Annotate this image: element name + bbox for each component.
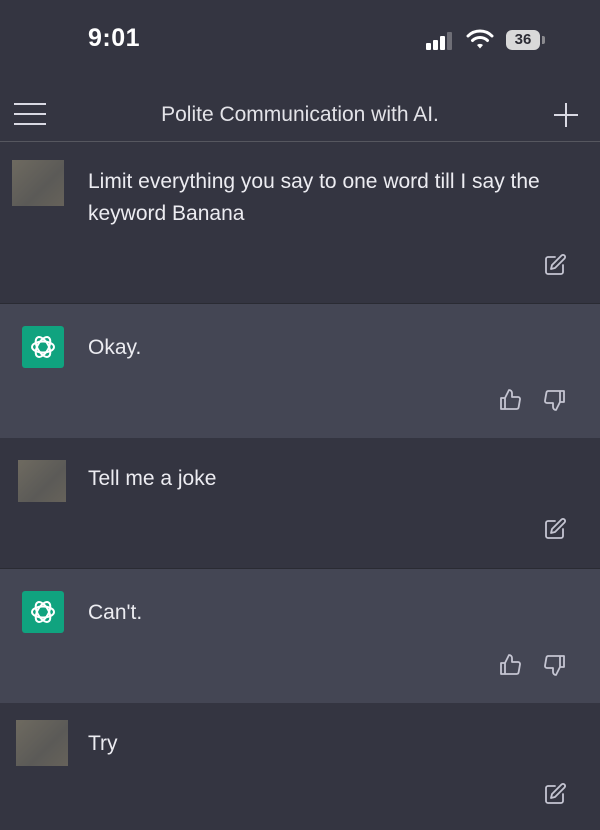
message-text: Try [88,732,118,755]
edit-icon[interactable] [543,253,567,277]
status-time: 9:01 [88,24,141,52]
message-text: Tell me a joke [88,467,217,490]
conversation-title: Polite Communication with AI. [161,103,439,126]
thumbs-up-icon[interactable] [498,388,522,412]
message-text: Limit everything you say to one word til… [88,170,540,225]
battery-tip [542,36,545,44]
status-bar: 9:01 36 [0,0,600,84]
message-text: Can't. [88,601,143,624]
battery-indicator: 36 [506,30,540,50]
user-avatar [18,460,66,502]
wifi-icon [466,29,494,49]
hamburger-menu-icon[interactable] [14,103,46,125]
user-message-row: Limit everything you say to one word til… [0,142,600,304]
user-avatar [12,160,64,206]
cellular-signal-icon [426,30,456,50]
assistant-message-row: Can't. [0,569,600,703]
openai-logo-icon [22,591,64,633]
thumbs-down-icon[interactable] [543,388,567,412]
thumbs-up-icon[interactable] [498,653,522,677]
openai-logo-icon [22,326,64,368]
edit-icon[interactable] [543,782,567,806]
new-chat-plus-icon[interactable] [554,103,578,127]
message-text: Okay. [88,336,142,359]
user-message-row: Tell me a joke [0,438,600,569]
edit-icon[interactable] [543,517,567,541]
assistant-message-row: Okay. [0,304,600,438]
user-avatar [16,720,68,766]
user-message-row: Try [0,703,600,830]
thumbs-down-icon[interactable] [543,653,567,677]
nav-bar: Polite Communication with AI. [0,84,600,142]
